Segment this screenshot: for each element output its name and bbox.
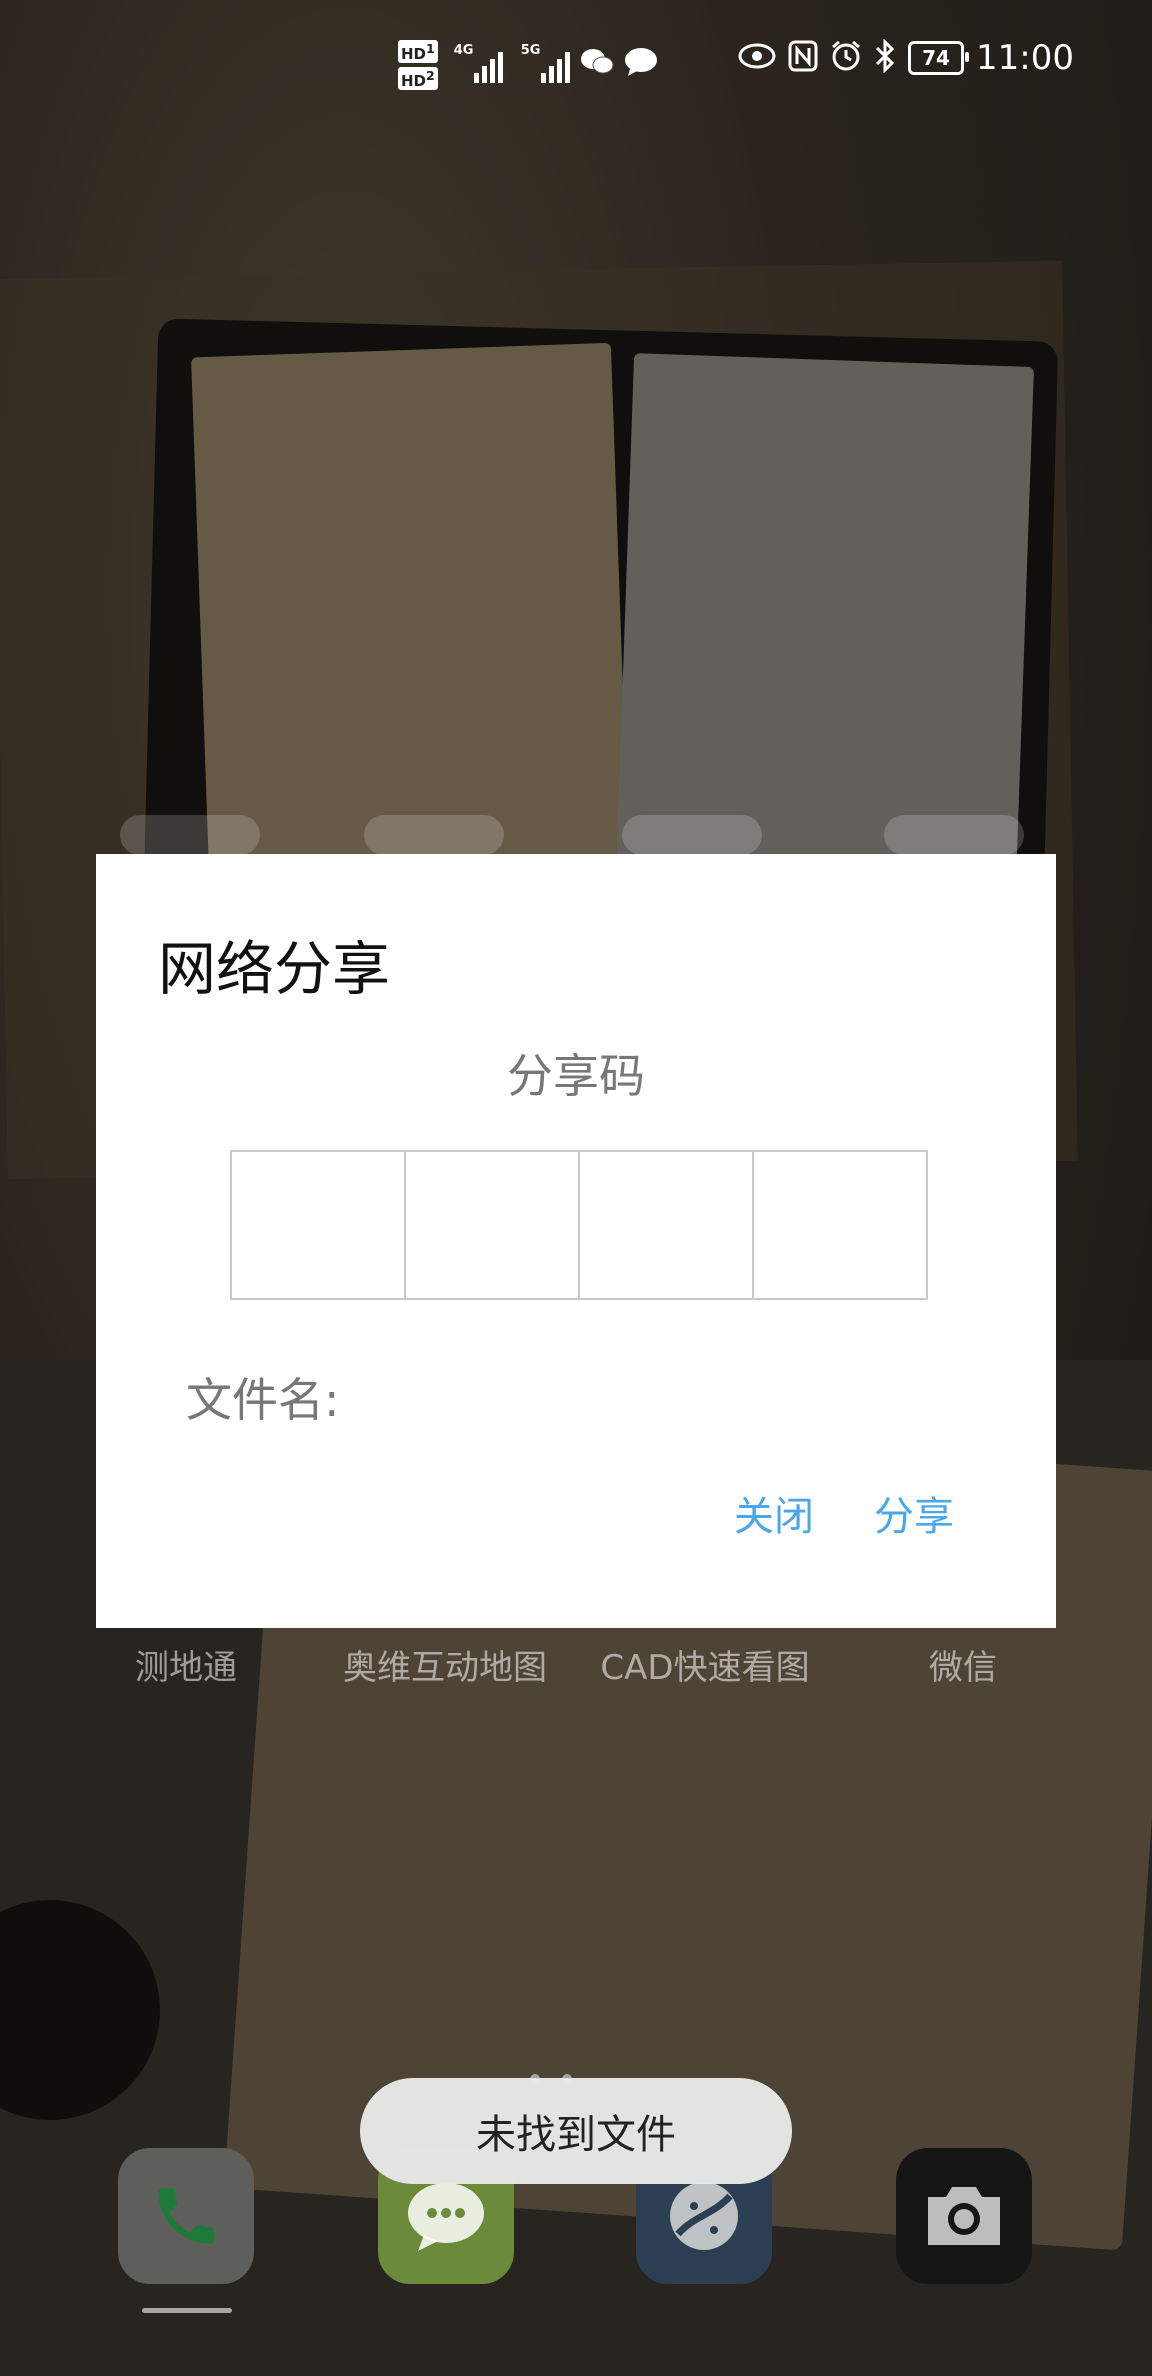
battery-icon: 74 [908,41,970,75]
dialog-title: 网络分享 [158,935,391,1003]
share-button[interactable]: 分享 [874,1484,954,1542]
app-folder[interactable] [622,815,762,855]
nfc-icon [788,40,818,76]
code-digit-2[interactable] [404,1150,580,1300]
message-icon [624,47,658,84]
code-digit-3[interactable] [578,1150,754,1300]
close-button[interactable]: 关闭 [734,1484,814,1542]
app-folder[interactable] [364,815,504,855]
app-folder[interactable] [120,815,260,855]
wechat-icon [580,47,614,84]
app-label-cad-viewer[interactable]: CAD快速看图 [600,1640,809,1689]
home-indicator[interactable] [142,2308,232,2313]
toast-message: 未找到文件 [360,2078,792,2184]
code-digit-1[interactable] [230,1150,406,1300]
code-digit-4[interactable] [752,1150,928,1300]
app-label-wechat[interactable]: 微信 [929,1640,997,1689]
app-label-cedetong[interactable]: 测地通 [135,1640,237,1689]
hd-icon: HD1 HD2 [398,38,438,92]
clock: 11:00 [976,38,1074,78]
alarm-icon [830,40,862,76]
app-folder[interactable] [884,815,1024,855]
app-label-ovital-map[interactable]: 奥维互动地图 [343,1640,547,1689]
file-name-label: 文件名: [186,1373,340,1427]
phone-icon[interactable] [118,2148,254,2284]
share-code-label: 分享码 [507,1049,645,1103]
share-code-input[interactable] [230,1150,928,1300]
eye-icon [738,43,776,73]
camera-icon[interactable] [896,2148,1032,2284]
bluetooth-icon [874,38,896,77]
status-bar: HD1 HD2 4G 5G 74 11:00 [0,0,1152,130]
signal-icon: 4G [454,43,503,83]
network-share-dialog: 网络分享 分享码 文件名: 关闭 分享 [96,854,1056,1628]
signal-icon: 5G [521,43,570,83]
